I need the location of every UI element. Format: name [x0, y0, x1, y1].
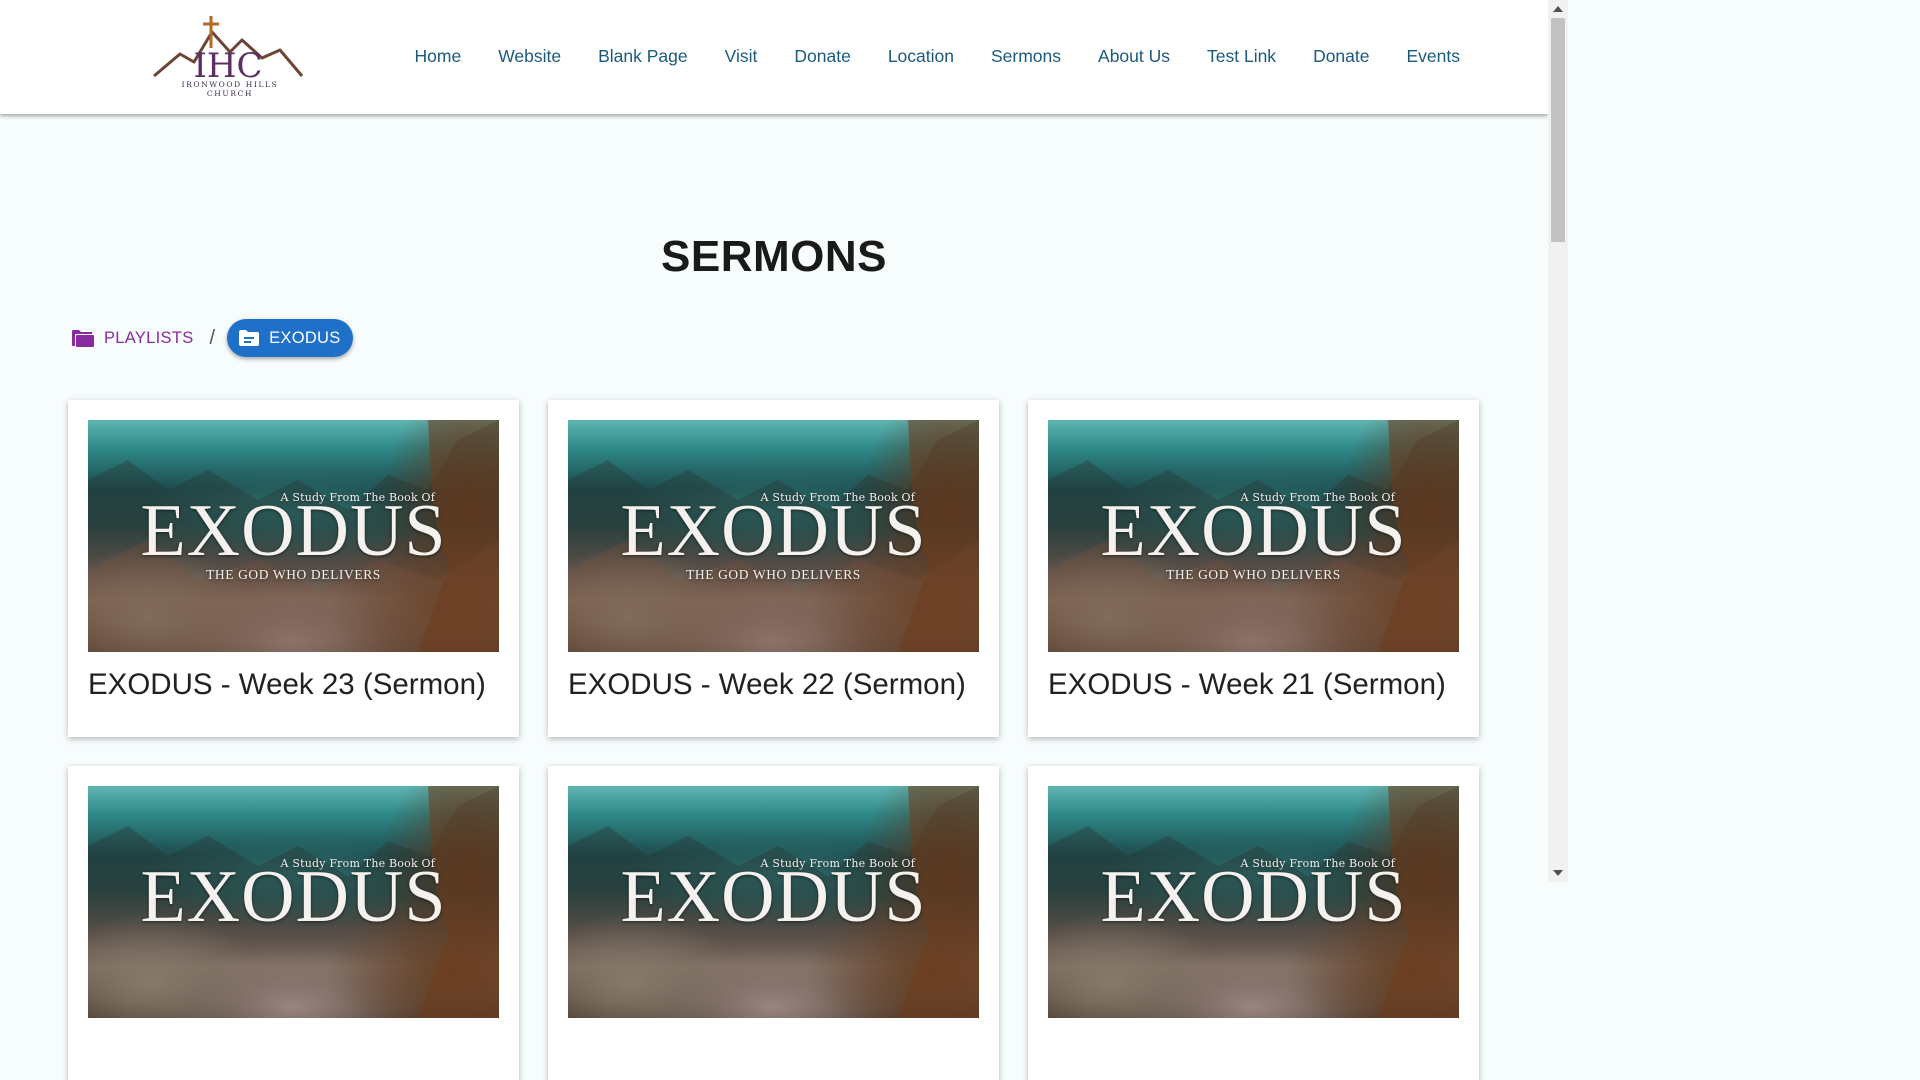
folder-open-list-icon: [239, 330, 260, 346]
logo-subtitle: Ironwood Hills Church: [181, 80, 279, 98]
church-logo[interactable]: IHC Ironwood Hills Church: [150, 14, 310, 98]
logo-mark: IHC: [153, 16, 304, 86]
breadcrumb-current-label: EXODUS: [269, 328, 341, 347]
svg-text:IHC: IHC: [193, 46, 262, 84]
nav-donate[interactable]: Donate: [794, 46, 850, 67]
scrollbar-thumb[interactable]: [1551, 18, 1565, 242]
folder-icon: [72, 330, 94, 347]
sermon-card[interactable]: A Study From The Book Of EXODUS: [68, 766, 519, 1080]
sermon-thumbnail: A Study From The Book Of EXODUS: [1048, 786, 1459, 1018]
page-title: SERMONS: [661, 232, 887, 281]
nav-blank-page[interactable]: Blank Page: [598, 46, 688, 67]
sermon-thumbnail: A Study From The Book Of EXODUS THE GOD …: [88, 420, 499, 652]
nav-test-link[interactable]: Test Link: [1207, 46, 1276, 67]
site-header: IHC Ironwood Hills Church Home Website B…: [0, 0, 1548, 114]
sermon-card[interactable]: A Study From The Book Of EXODUS: [1028, 766, 1479, 1080]
main-nav: Home Website Blank Page Visit Donate Loc…: [415, 46, 1460, 67]
nav-visit[interactable]: Visit: [725, 46, 758, 67]
thumbnail-series: EXODUS: [1100, 490, 1407, 572]
sermon-thumbnail: A Study From The Book Of EXODUS: [568, 786, 979, 1018]
nav-events[interactable]: Events: [1407, 46, 1461, 67]
sermon-card[interactable]: A Study From The Book Of EXODUS THE GOD …: [548, 400, 999, 737]
nav-website[interactable]: Website: [498, 46, 561, 67]
thumbnail-tagline: THE GOD WHO DELIVERS: [1166, 567, 1341, 582]
thumbnail-series: EXODUS: [620, 490, 927, 572]
thumbnail-tagline: THE GOD WHO DELIVERS: [206, 567, 381, 582]
breadcrumb-current[interactable]: EXODUS: [227, 319, 353, 357]
sermon-card[interactable]: A Study From The Book Of EXODUS: [548, 766, 999, 1080]
nav-about-us[interactable]: About Us: [1098, 46, 1170, 67]
nav-home[interactable]: Home: [415, 46, 462, 67]
page-scrollbar[interactable]: [1548, 0, 1568, 882]
breadcrumb-separator: /: [209, 326, 216, 349]
nav-location[interactable]: Location: [888, 46, 954, 67]
thumbnail-series: EXODUS: [620, 856, 927, 938]
sermon-title[interactable]: EXODUS - Week 22 (Sermon): [568, 668, 966, 702]
thumbnail-series: EXODUS: [140, 490, 447, 572]
breadcrumb-playlists-label: PLAYLISTS: [104, 328, 194, 347]
thumbnail-series: EXODUS: [1100, 856, 1407, 938]
sermon-title[interactable]: EXODUS - Week 23 (Sermon): [88, 668, 486, 702]
sermon-title[interactable]: EXODUS - Week 21 (Sermon): [1048, 668, 1446, 702]
nav-sermons[interactable]: Sermons: [991, 46, 1061, 67]
thumbnail-series: EXODUS: [140, 856, 447, 938]
breadcrumb: PLAYLISTS / EXODUS: [72, 319, 353, 357]
thumbnail-tagline: THE GOD WHO DELIVERS: [686, 567, 861, 582]
sermon-thumbnail: A Study From The Book Of EXODUS THE GOD …: [568, 420, 979, 652]
sermon-card[interactable]: A Study From The Book Of EXODUS THE GOD …: [1028, 400, 1479, 737]
arrow-up-icon[interactable]: [1553, 6, 1563, 12]
breadcrumb-playlists[interactable]: PLAYLISTS: [72, 329, 194, 348]
sermon-card[interactable]: A Study From The Book Of EXODUS THE GOD …: [68, 400, 519, 737]
nav-donate-2[interactable]: Donate: [1313, 46, 1369, 67]
sermon-thumbnail: A Study From The Book Of EXODUS THE GOD …: [1048, 420, 1459, 652]
arrow-down-icon[interactable]: [1553, 870, 1563, 876]
sermon-thumbnail: A Study From The Book Of EXODUS: [88, 786, 499, 1018]
